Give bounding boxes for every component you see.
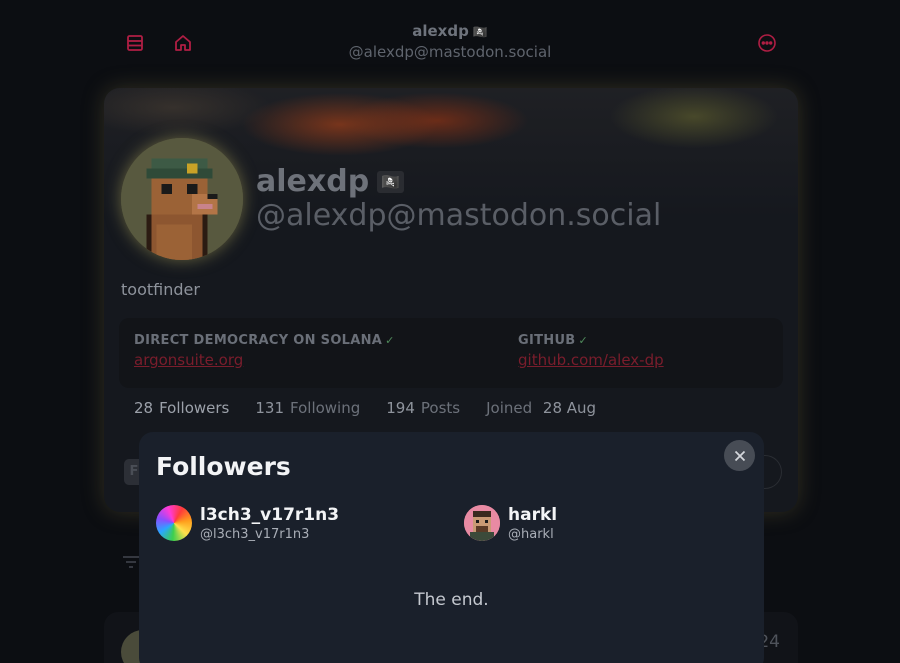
field-label: DIRECT DEMOCRACY ON SOLANA ✓ xyxy=(134,333,395,348)
field-link[interactable]: github.com/alex-dp xyxy=(518,351,664,369)
profile-avatar[interactable] xyxy=(121,138,243,260)
profile-display-name: alexdp 🏴‍☠️ xyxy=(256,164,404,199)
filter-icon[interactable] xyxy=(122,554,140,574)
header-identity: alexdp 🏴‍☠️ @alexdp@mastodon.social xyxy=(250,22,650,61)
more-options-icon[interactable] xyxy=(753,29,781,57)
follower-name: harkl xyxy=(508,505,558,525)
field-label-text: DIRECT DEMOCRACY ON SOLANA xyxy=(134,333,383,348)
posts-label: Posts xyxy=(420,399,461,417)
follower-name: l3ch3_v17r1n3 xyxy=(200,505,340,525)
profile-field-2: GITHUB ✓ github.com/alex-dp xyxy=(518,333,664,369)
profile-fields: DIRECT DEMOCRACY ON SOLANA ✓ argonsuite.o… xyxy=(119,318,783,388)
follower-item[interactable]: l3ch3_v17r1n3 @l3ch3_v17r1n3 xyxy=(156,505,436,545)
follower-avatar xyxy=(464,505,500,541)
profile-bio: tootfinder xyxy=(121,280,200,299)
top-bar: alexdp 🏴‍☠️ @alexdp@mastodon.social xyxy=(0,0,900,80)
followers-modal: Followers l3ch3_v17r1n3 @l3ch3_v17r1n3 h… xyxy=(139,432,764,663)
end-of-list-text: The end. xyxy=(414,590,489,610)
follower-handle: @harkl xyxy=(508,527,554,542)
following-count: 131 xyxy=(255,399,284,417)
profile-handle: @alexdp@mastodon.social xyxy=(256,198,662,233)
profile-field-1: DIRECT DEMOCRACY ON SOLANA ✓ argonsuite.o… xyxy=(134,333,395,369)
follower-item[interactable]: harkl @harkl xyxy=(464,505,744,545)
joined-stat: Joined 28 Aug xyxy=(486,399,596,417)
close-icon xyxy=(734,450,745,461)
pirate-flag-icon: 🏴‍☠️ xyxy=(472,25,488,39)
verified-check-icon: ✓ xyxy=(578,334,589,347)
field-label-text: GITHUB xyxy=(518,333,576,348)
modal-title: Followers xyxy=(156,452,291,481)
follower-handle: @l3ch3_v17r1n3 xyxy=(200,527,310,542)
followers-count: 28 xyxy=(134,399,154,417)
pirate-flag-icon: 🏴‍☠️ xyxy=(377,170,404,193)
field-link[interactable]: argonsuite.org xyxy=(134,351,395,369)
joined-date: 28 Aug xyxy=(542,399,597,417)
follower-avatar xyxy=(156,505,192,541)
close-button[interactable] xyxy=(724,440,755,471)
following-stat[interactable]: 131 Following xyxy=(255,399,360,417)
list-icon[interactable] xyxy=(121,29,149,57)
header-name: alexdp 🏴‍☠️ xyxy=(250,22,650,40)
profile-stats: 28 Followers 131 Following 194 Posts Joined… xyxy=(134,399,596,417)
followers-label: Followers xyxy=(159,399,230,417)
header-handle: @alexdp@mastodon.social xyxy=(348,43,552,61)
header-name-text: alexdp xyxy=(412,22,469,40)
following-label: Following xyxy=(290,399,361,417)
posts-stat[interactable]: 194 Posts xyxy=(386,399,460,417)
verified-check-icon: ✓ xyxy=(385,334,395,347)
followers-stat[interactable]: 28 Followers xyxy=(134,399,229,417)
field-label: GITHUB ✓ xyxy=(518,333,664,348)
profile-display-name-text: alexdp xyxy=(256,164,370,199)
home-icon[interactable] xyxy=(169,29,197,57)
posts-count: 194 xyxy=(386,399,415,417)
joined-label: Joined xyxy=(486,399,533,417)
